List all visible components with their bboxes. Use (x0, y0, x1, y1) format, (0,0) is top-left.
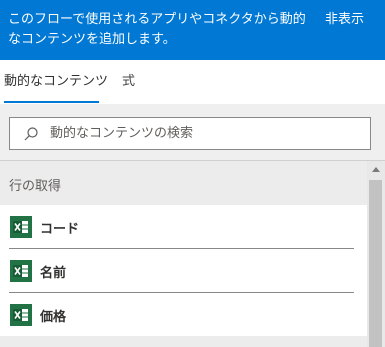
excel-icon (10, 260, 32, 282)
tab-expression[interactable]: 式 (122, 73, 135, 91)
search-icon (23, 126, 39, 142)
tab-dynamic-content[interactable]: 動的なコンテンツ (4, 73, 108, 91)
list-item-price[interactable]: 価格 (0, 293, 367, 337)
list-item-code[interactable]: コード (0, 205, 367, 249)
search-input[interactable] (50, 118, 360, 149)
scrollbar[interactable] (367, 161, 385, 347)
list-item-label: 価格 (40, 310, 67, 325)
dynamic-content-panel: 行の取得 コード (0, 104, 385, 347)
content-list: 行の取得 コード 名前 価格 (0, 161, 367, 347)
section-title: 行の取得 (9, 179, 62, 194)
excel-icon (10, 304, 32, 326)
tab-bar: 動的なコンテンツ 式 (0, 60, 385, 104)
scroll-up-icon[interactable] (372, 167, 380, 172)
active-tab-indicator (4, 101, 99, 103)
search-box[interactable] (9, 117, 371, 150)
list-footer (0, 336, 367, 347)
section-header: 行の取得 (0, 161, 367, 205)
hide-button[interactable]: 非表示 (325, 10, 364, 30)
banner-message: このフローで使用されるアプリやコネクタから動的なコンテンツを追加します。 (8, 12, 306, 47)
list-item-label: コード (40, 222, 80, 237)
list-item-name[interactable]: 名前 (0, 249, 367, 293)
list-item-label: 名前 (40, 266, 67, 281)
info-banner: このフローで使用されるアプリやコネクタから動的なコンテンツを追加します。 非表示 (0, 0, 385, 60)
scroll-thumb[interactable] (369, 180, 382, 347)
excel-icon (10, 216, 32, 238)
